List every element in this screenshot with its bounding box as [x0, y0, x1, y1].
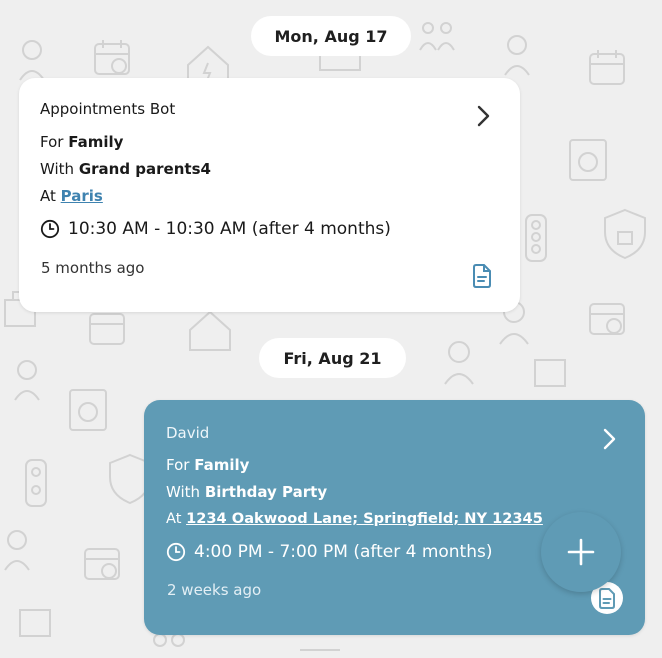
location-link[interactable]: 1234 Oakwood Lane; Springfield; NY 12345: [186, 510, 543, 527]
chevron-right-icon[interactable]: [602, 428, 616, 450]
relative-time: 2 weeks ago: [167, 581, 262, 599]
chevron-right-icon[interactable]: [476, 105, 490, 127]
relative-time: 5 months ago: [41, 259, 145, 277]
with-line: With Grand parents4: [40, 160, 211, 178]
at-prefix: At: [40, 187, 61, 205]
clock-icon: [40, 219, 60, 239]
for-line: For Family: [166, 456, 249, 474]
time-text: 4:00 PM - 7:00 PM (after 4 months): [194, 542, 493, 562]
for-prefix: For: [40, 133, 69, 151]
appointment-card[interactable]: Appointments Bot For Family With Grand p…: [19, 78, 520, 312]
at-line: At 1234 Oakwood Lane; Springfield; NY 12…: [166, 510, 543, 527]
date-label: Mon, Aug 17: [274, 26, 388, 46]
for-value: Family: [68, 133, 124, 151]
for-prefix: For: [166, 456, 195, 474]
time-text: 10:30 AM - 10:30 AM (after 4 months): [68, 219, 391, 239]
sender-name: David: [166, 424, 210, 442]
date-separator: Mon, Aug 17: [251, 16, 411, 56]
time-row: 10:30 AM - 10:30 AM (after 4 months): [40, 219, 391, 239]
document-icon[interactable]: [470, 263, 494, 289]
time-row: 4:00 PM - 7:00 PM (after 4 months): [166, 542, 492, 562]
plus-icon: [567, 538, 595, 566]
date-label: Fri, Aug 21: [283, 348, 382, 368]
location-link[interactable]: Paris: [61, 187, 103, 205]
at-prefix: At: [166, 510, 187, 527]
with-prefix: With: [40, 160, 79, 178]
clock-icon: [166, 542, 186, 562]
for-line: For Family: [40, 133, 123, 151]
add-appointment-button[interactable]: [541, 512, 621, 592]
with-value: Birthday Party: [204, 483, 328, 501]
for-value: Family: [194, 456, 250, 474]
with-line: With Birthday Party: [166, 483, 327, 501]
with-value: Grand parents4: [78, 160, 211, 178]
sender-name: Appointments Bot: [40, 100, 176, 118]
with-prefix: With: [166, 483, 205, 501]
date-separator: Fri, Aug 21: [259, 338, 406, 378]
at-line: At Paris: [40, 187, 103, 205]
